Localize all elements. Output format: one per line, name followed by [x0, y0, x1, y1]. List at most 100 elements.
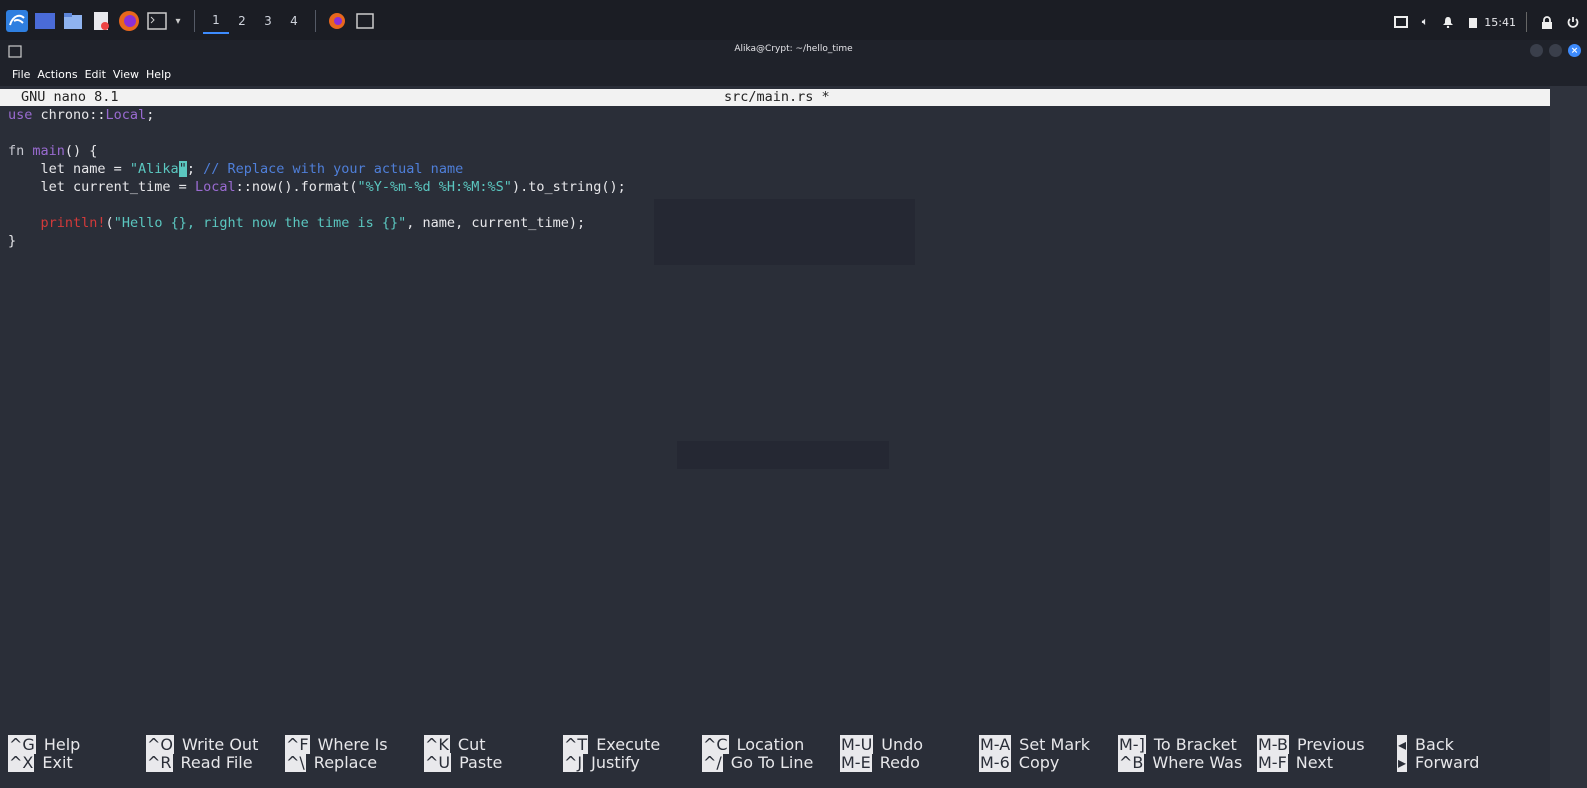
shortcut-paste[interactable]: ^U Paste — [424, 753, 503, 772]
kali-menu-icon[interactable] — [4, 8, 30, 34]
shortcut-label: Back — [1415, 735, 1454, 754]
shortcut-execute[interactable]: ^T Execute — [563, 735, 660, 754]
minimize-button[interactable] — [1530, 44, 1543, 57]
window-controls: × — [1530, 44, 1581, 57]
code-token: let name = — [8, 161, 130, 177]
lock-icon[interactable] — [1541, 15, 1553, 29]
code-token: ::now().format( — [235, 179, 358, 195]
code-token: ( — [105, 215, 114, 231]
background-artifact — [677, 441, 889, 469]
code-line-4[interactable]: let name = "Alika"; // Replace with your… — [8, 160, 463, 178]
close-button[interactable]: × — [1568, 44, 1581, 57]
code-line-7[interactable]: println!("Hello {}, right now the time i… — [8, 214, 586, 232]
text-editor-icon[interactable] — [88, 8, 114, 34]
code-line-3[interactable]: fn main() { — [8, 142, 97, 160]
shortcut-label: Help — [43, 735, 81, 754]
shortcut-key: ▸ — [1397, 753, 1408, 772]
shortcut-label: Paste — [459, 753, 503, 772]
background-artifact — [654, 199, 915, 265]
menu-actions[interactable]: Actions — [37, 68, 77, 81]
menu-bar: File Actions Edit View Help — [0, 62, 1587, 86]
shortcut-location[interactable]: ^C Location — [702, 735, 804, 754]
nano-shortcut-bar: ^G Help ^X Exit ^O Write Out ^R Read File ^F… — [0, 735, 1550, 776]
panel-separator — [194, 10, 195, 32]
shortcut-label: Justify — [591, 753, 640, 772]
volume-icon[interactable]: 🔈︎ — [1422, 15, 1429, 29]
text-cursor: " — [178, 161, 187, 177]
shortcut-where-is[interactable]: ^F Where Is — [285, 735, 388, 754]
firefox-task-icon[interactable] — [324, 8, 350, 34]
terminal-area[interactable]: GNU nano 8.1 src/main.rs * use chrono::L… — [0, 86, 1550, 788]
shortcut-label: Where Is — [317, 735, 388, 754]
code-line-1[interactable]: use chrono::Local; — [8, 106, 154, 124]
shortcut-write-out[interactable]: ^O Write Out — [146, 735, 259, 754]
notification-bell-icon[interactable] — [1442, 16, 1454, 28]
shortcut-key: M-6 — [979, 753, 1011, 772]
shortcut-back[interactable]: ◂ Back — [1397, 735, 1454, 754]
clock[interactable]: 15:41 — [1484, 16, 1516, 29]
shortcut-key: ^/ — [702, 753, 723, 772]
workspace-3[interactable]: 3 — [255, 8, 281, 34]
shortcut-copy[interactable]: M-6 Copy — [979, 753, 1059, 772]
chevron-down-icon[interactable]: ▾ — [172, 8, 184, 34]
screen-icon[interactable] — [1393, 16, 1408, 28]
code-line-5[interactable]: let current_time = Local::now().format("… — [8, 178, 626, 196]
shortcut-label: Read File — [180, 753, 253, 772]
shortcut-replace[interactable]: ^\ Replace — [285, 753, 377, 772]
menu-view[interactable]: View — [113, 68, 139, 81]
code-token: let current_time = — [8, 179, 195, 195]
code-line-8[interactable]: } — [8, 232, 16, 250]
shortcut-key: ^F — [285, 735, 310, 754]
code-token: , name, current_time); — [406, 215, 586, 231]
shortcut-key: M-A — [979, 735, 1012, 754]
code-token: ; — [146, 107, 155, 123]
shortcut-next[interactable]: M-F Next — [1257, 753, 1333, 772]
shortcut-read-file[interactable]: ^R Read File — [146, 753, 253, 772]
code-token: } — [8, 233, 17, 249]
shortcut-where-was[interactable]: ^B Where Was — [1118, 753, 1242, 772]
shortcut-set-mark[interactable]: M-A Set Mark — [979, 735, 1090, 754]
shortcut-help[interactable]: ^G Help — [8, 735, 81, 754]
shortcut-label: Write Out — [182, 735, 259, 754]
firefox-icon[interactable] — [116, 8, 142, 34]
nano-title-bar: GNU nano 8.1 src/main.rs * — [0, 89, 1550, 106]
shortcut-cut[interactable]: ^K Cut — [424, 735, 486, 754]
shortcut-previous[interactable]: M-B Previous — [1257, 735, 1365, 754]
shortcut-key: ^B — [1118, 753, 1145, 772]
code-token: Local — [194, 179, 236, 195]
shortcut-justify[interactable]: ^J Justify — [563, 753, 640, 772]
tray-separator — [1526, 12, 1527, 32]
menu-edit[interactable]: Edit — [85, 68, 106, 81]
shortcut-exit[interactable]: ^X Exit — [8, 753, 73, 772]
scrollbar[interactable] — [1550, 86, 1587, 788]
terminal-icon[interactable] — [144, 8, 170, 34]
shortcut-key: ^O — [146, 735, 174, 754]
code-token: "Alika — [129, 161, 179, 177]
shortcut-key: M-B — [1257, 735, 1289, 754]
menu-help[interactable]: Help — [146, 68, 171, 81]
file-manager-icon[interactable] — [60, 8, 86, 34]
shortcut-key: ^C — [702, 735, 729, 754]
shortcut-redo[interactable]: M-E Redo — [840, 753, 920, 772]
shortcut-label: Redo — [879, 753, 920, 772]
workspace-2[interactable]: 2 — [229, 8, 255, 34]
workspace-1[interactable]: 1 — [203, 8, 229, 34]
desktop-icon[interactable] — [32, 8, 58, 34]
shortcut-forward[interactable]: ▸ Forward — [1397, 753, 1480, 772]
shortcut-label: Forward — [1415, 753, 1480, 772]
shortcut-to-bracket[interactable]: M-] To Bracket — [1118, 735, 1237, 754]
shortcut-undo[interactable]: M-U Undo — [840, 735, 924, 754]
nano-version: GNU nano 8.1 — [21, 89, 119, 105]
menu-file[interactable]: File — [12, 68, 30, 81]
shortcut-key: ^T — [563, 735, 589, 754]
workspace-4[interactable]: 4 — [281, 8, 307, 34]
shortcut-go-to-line[interactable]: ^/ Go To Line — [702, 753, 813, 772]
code-token: () { — [64, 143, 98, 159]
shortcut-label: Previous — [1296, 735, 1365, 754]
maximize-button[interactable] — [1549, 44, 1562, 57]
shortcut-label: Undo — [881, 735, 924, 754]
power-icon[interactable] — [1567, 16, 1579, 28]
terminal-task-icon[interactable] — [352, 8, 378, 34]
battery-icon[interactable] — [1468, 16, 1478, 28]
code-token: println! — [40, 215, 106, 231]
